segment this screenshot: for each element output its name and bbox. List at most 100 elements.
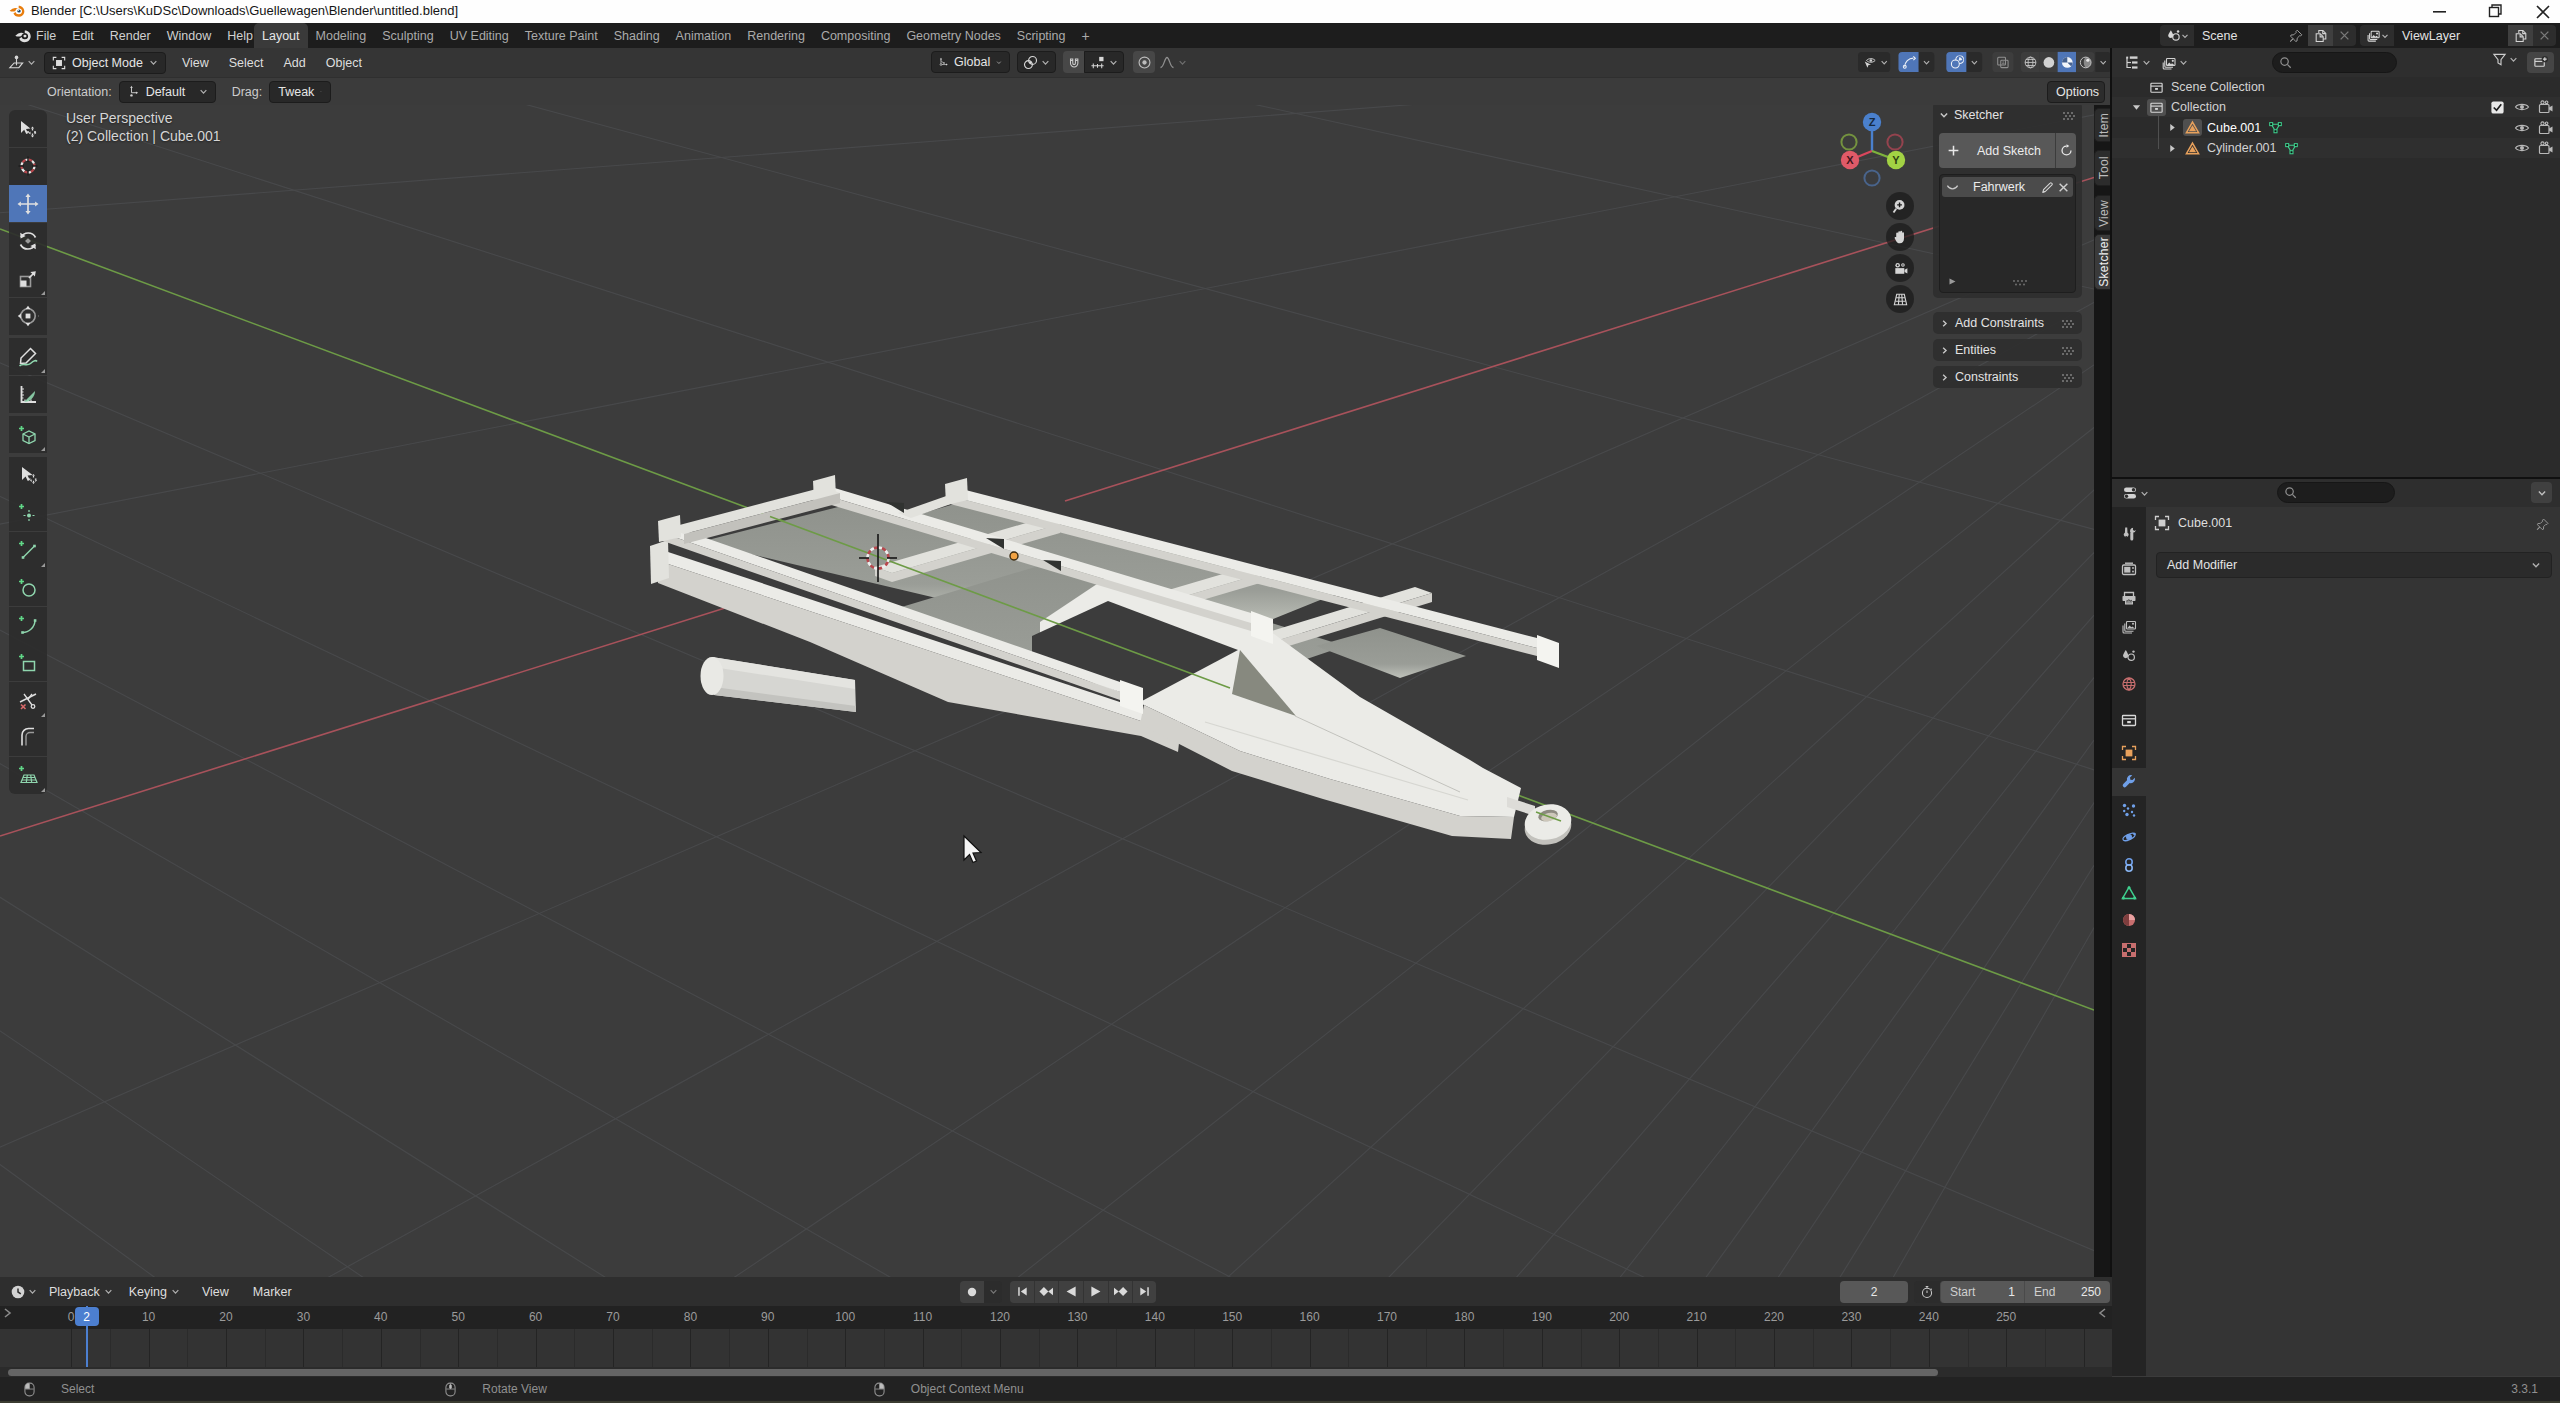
properties-tab-world[interactable] [2112,670,2146,698]
sketch-list-item[interactable]: Fahrwerk [1942,177,2073,197]
add-sketch-button[interactable]: Add Sketch [1939,133,2056,168]
properties-editor-type-button[interactable] [2122,485,2149,501]
panel-grip[interactable] [2061,319,2075,328]
workspace-tab-compositing[interactable]: Compositing [813,23,898,48]
tool-sk-add-rectangle-button[interactable] [9,644,47,681]
vp-menu-add[interactable]: Add [274,56,316,70]
disable-render-toggle[interactable] [2538,140,2560,156]
disable-render-toggle[interactable] [2538,99,2560,115]
outliner-row-collection[interactable]: Collection [2112,97,2560,117]
outliner-row-scene collection[interactable]: Scene Collection [2112,77,2560,97]
properties-tab-object[interactable] [2112,739,2146,767]
timeline-editor-type-button[interactable] [10,1284,37,1300]
viewport-editor-type-button[interactable] [8,54,36,71]
properties-tab-particles[interactable] [2112,796,2146,824]
disclosure-closed-icon[interactable] [2168,144,2177,153]
gizmo-dropdown[interactable] [1919,52,1935,72]
tool-sk-add-arc-button[interactable] [9,607,47,644]
playhead-badge[interactable]: 2 [75,1307,99,1326]
vp-menu-view[interactable]: View [172,56,219,70]
tool-sk-trim-button[interactable] [9,682,47,719]
menu-render[interactable]: Render [102,23,159,48]
outliner-filter-dropdown[interactable] [2492,52,2518,67]
properties-tab-texture[interactable] [2112,936,2146,964]
keying-set-dropdown[interactable] [984,1281,1002,1303]
workspace-tab-geometry-nodes[interactable]: Geometry Nodes [898,23,1008,48]
outliner-item-label[interactable]: Scene Collection [2171,80,2265,94]
outliner-display-mode-dropdown[interactable] [2161,55,2188,71]
outliner-item-label[interactable]: Cylinder.001 [2207,141,2277,155]
add-workspace-button[interactable]: + [1074,23,1098,48]
current-frame-field[interactable]: 2 [1840,1281,1908,1303]
timeline-tracks[interactable] [0,1329,2112,1367]
play-button[interactable] [1083,1281,1108,1303]
pin-icon[interactable] [2288,28,2304,44]
frame-end-field[interactable]: End250 [2024,1281,2110,1303]
workspace-tab-texture-paint[interactable]: Texture Paint [517,23,606,48]
panel-grip[interactable] [2061,346,2075,355]
tool-transform-button[interactable] [9,298,47,335]
tool-scale-button[interactable] [9,260,47,297]
snap-with-dropdown[interactable] [1084,51,1124,73]
scene-unlink-button[interactable] [2333,25,2356,46]
workspace-tab-sculpting[interactable]: Sculpting [374,23,441,48]
proportional-editing-toggle[interactable] [1133,51,1155,73]
panel-collapse-chevron[interactable] [1939,110,1949,120]
outliner-row-cylinder-001[interactable]: Cylinder.001 [2112,138,2560,158]
list-resize-grip[interactable] [2012,279,2028,287]
show-object-types-button[interactable] [1860,55,1880,70]
timeline-scrollbar[interactable] [8,1369,1938,1376]
properties-tab-constraints[interactable] [2112,851,2146,879]
properties-tab-data[interactable] [2112,879,2146,907]
constraints-panel[interactable]: Constraints [1933,366,2082,388]
options-dropdown[interactable]: Options [2047,81,2105,103]
zoom-button[interactable] [1886,192,1914,220]
tool-annotate-button[interactable] [9,338,47,375]
outliner-item-label[interactable]: Collection [2171,100,2226,114]
perspective-toggle-button[interactable] [1886,285,1914,313]
overlays-dropdown[interactable] [1967,52,1983,72]
timeline-ruler[interactable]: 0102030405060708090100110120130140150160… [0,1306,2112,1329]
use-preview-range-toggle[interactable] [1914,1281,1940,1303]
properties-tab-physics[interactable] [2112,823,2146,851]
tool-rotate-button[interactable] [9,223,47,260]
timeline-menu-marker[interactable]: Marker [243,1285,302,1299]
properties-tab-output[interactable] [2112,584,2146,612]
outliner-item-label[interactable]: Cube.001 [2207,121,2261,135]
vp-menu-select[interactable]: Select [219,56,274,70]
viewport-3d[interactable]: User Perspective (2) Collection | Cube.0… [0,105,2094,1277]
tool-sk-offset-button[interactable] [9,719,47,756]
snap-toggle-button[interactable] [1063,51,1084,73]
properties-tab-collection[interactable] [2112,706,2146,734]
prev-keyframe-button[interactable] [1034,1281,1058,1303]
tool-sk-select-button[interactable] [9,457,47,494]
disclosure-open-icon[interactable] [2132,103,2141,112]
tool-cursor-button[interactable] [9,148,47,185]
properties-tab-tool[interactable] [2112,520,2146,548]
pivot-point-dropdown[interactable] [1017,51,1056,73]
collection-checkbox[interactable] [2490,100,2514,115]
scene-name[interactable]: Scene [2194,29,2288,43]
menu-edit[interactable]: Edit [64,23,102,48]
orientation-dropdown[interactable]: Default [119,81,216,103]
tool-sk-add-circle-button[interactable] [9,569,47,606]
shading-solid-button[interactable] [2039,52,2057,72]
menu-window[interactable]: Window [159,23,219,48]
hide-viewport-toggle[interactable] [2514,99,2538,115]
next-keyframe-button[interactable] [1108,1281,1132,1303]
mode-dropdown[interactable]: Object Mode [44,52,166,74]
hide-viewport-toggle[interactable] [2514,120,2538,136]
timeline-menu-view[interactable]: View [192,1285,239,1299]
tool-sk-add-workplane-button[interactable] [9,757,47,794]
shading-rendered-button[interactable] [2076,52,2094,72]
gizmo-axis-z-neg[interactable] [1864,170,1879,185]
workspace-tab-modeling[interactable]: Modeling [308,23,375,48]
disclosure-closed-icon[interactable] [2168,123,2177,132]
gizmo-axis-x-neg[interactable] [1887,134,1902,149]
edit-pencil-icon[interactable] [2041,181,2054,194]
region-expand-arrow-left[interactable] [2,1307,12,1319]
properties-tab-view-layer[interactable] [2112,613,2146,641]
sketch-item-name[interactable]: Fahrwerk [1963,180,2037,194]
tool-sk-add-line-button[interactable] [9,532,47,569]
tool-select-box-button[interactable] [9,110,47,147]
